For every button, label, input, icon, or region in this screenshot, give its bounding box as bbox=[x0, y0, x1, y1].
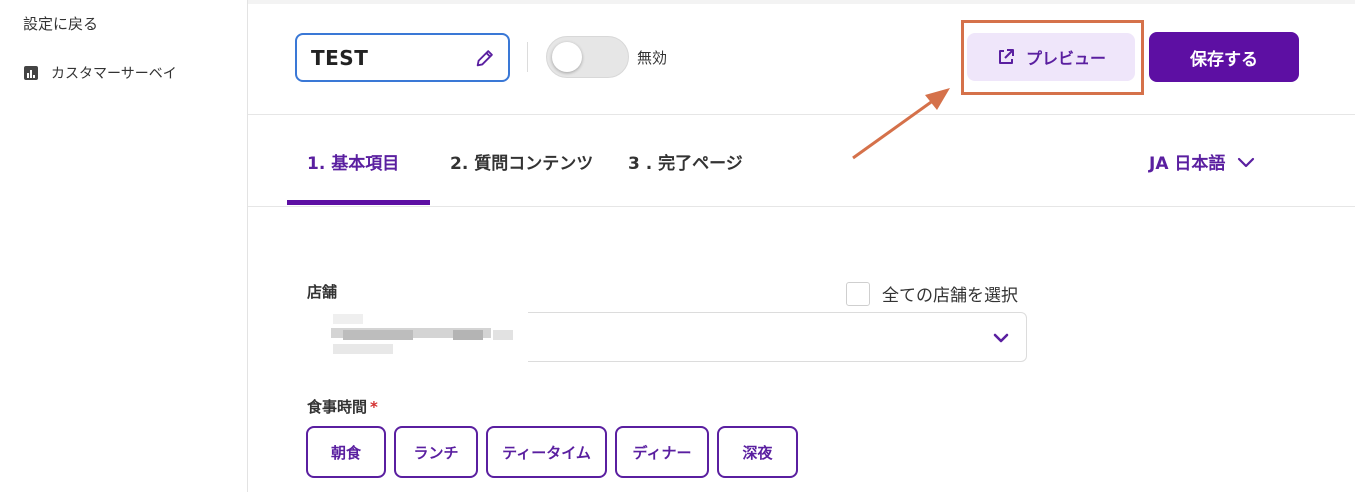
meal-time-label: 食事時間 * bbox=[307, 396, 378, 417]
meal-time-label-text: 食事時間 bbox=[307, 398, 368, 416]
toggle-knob bbox=[552, 42, 582, 72]
select-all-stores[interactable]: 全ての店舗を選択 bbox=[846, 281, 1018, 306]
toggle-status-label: 無効 bbox=[637, 49, 668, 67]
chevron-down-icon bbox=[1238, 157, 1255, 167]
pencil-icon[interactable] bbox=[474, 47, 496, 69]
survey-title-field[interactable]: TEST bbox=[295, 33, 510, 82]
select-all-label: 全ての店舗を選択 bbox=[882, 286, 1018, 306]
meal-option-teatime[interactable]: ティータイム bbox=[486, 426, 607, 478]
tab-question-content[interactable]: 2. 質問コンテンツ bbox=[450, 149, 593, 174]
back-to-settings-link[interactable]: 設定に戻る bbox=[23, 13, 98, 34]
redacted-store-value bbox=[303, 300, 528, 375]
header-divider bbox=[527, 42, 528, 72]
active-tab-indicator bbox=[287, 200, 430, 205]
meal-time-options: 朝食 ランチ ティータイム ディナー 深夜 bbox=[306, 426, 798, 478]
meal-option-lunch[interactable]: ランチ bbox=[394, 426, 478, 478]
sidebar: 設定に戻る カスタマーサーベイ bbox=[0, 0, 248, 492]
required-mark: * bbox=[370, 398, 378, 416]
bar-chart-icon bbox=[24, 66, 38, 80]
meal-option-late-night[interactable]: 深夜 bbox=[717, 426, 798, 478]
language-label: JA 日本語 bbox=[1149, 154, 1226, 174]
tab-basic-items[interactable]: 1. 基本項目 bbox=[307, 149, 399, 174]
chevron-down-icon bbox=[993, 333, 1009, 343]
store-label: 店舗 bbox=[307, 283, 338, 301]
tab-completion-page[interactable]: 3 . 完了ページ bbox=[628, 149, 743, 174]
sidebar-item-customer-survey[interactable]: カスタマーサーベイ bbox=[23, 63, 177, 83]
preview-highlight-box bbox=[961, 20, 1144, 95]
meal-option-breakfast[interactable]: 朝食 bbox=[306, 426, 386, 478]
select-all-checkbox[interactable] bbox=[846, 281, 870, 306]
survey-title-text: TEST bbox=[311, 45, 369, 70]
save-button[interactable]: 保存する bbox=[1149, 32, 1299, 82]
meal-option-dinner[interactable]: ディナー bbox=[615, 426, 709, 478]
enable-toggle[interactable] bbox=[546, 36, 629, 78]
sidebar-item-label: カスタマーサーベイ bbox=[51, 66, 177, 82]
language-selector[interactable]: JA 日本語 bbox=[1149, 149, 1255, 174]
